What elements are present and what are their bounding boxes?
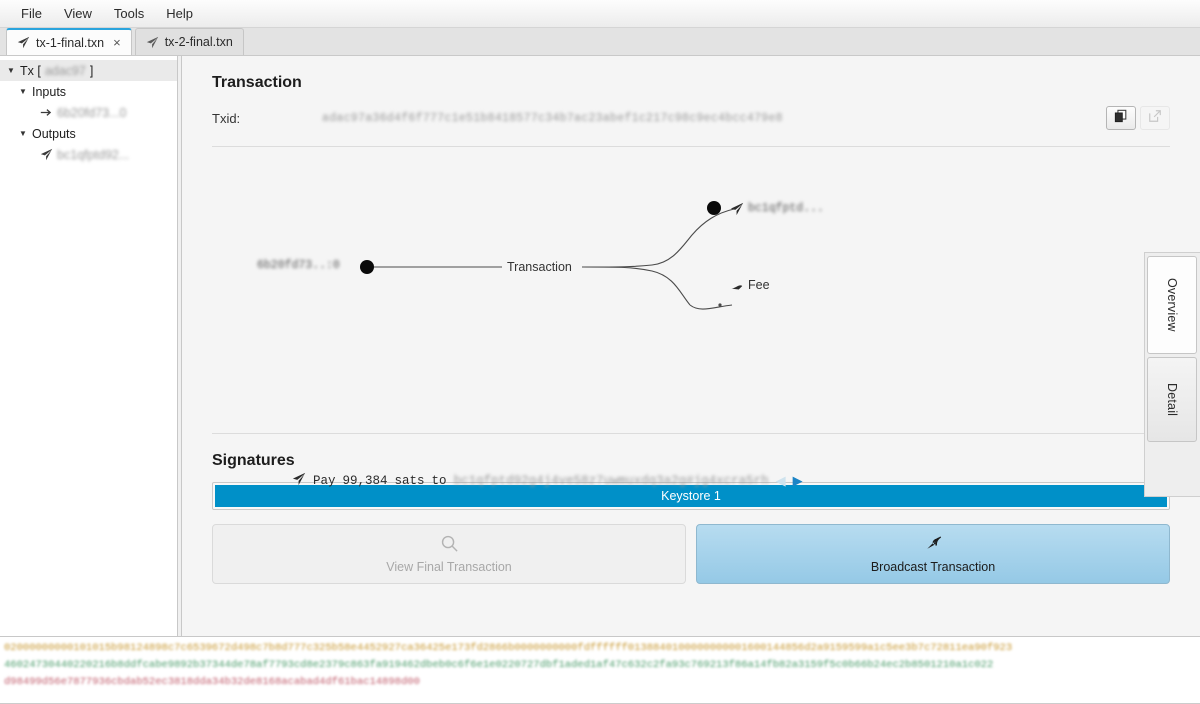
broadcast-transaction-button[interactable]: Broadcast Transaction: [696, 524, 1170, 584]
transaction-diagram: 6b20fd73..:0 Transaction bc1qfptd... Fee…: [182, 147, 1200, 497]
hex-line: d98499d56e7877936cbdab52ec3818dda34b32de…: [4, 676, 420, 688]
paper-plane-icon: [730, 202, 744, 221]
view-final-transaction-label: View Final Transaction: [386, 560, 512, 574]
diagram-fee-label: Fee: [748, 278, 770, 292]
copy-icon: [1114, 109, 1128, 128]
pay-unit: sats: [394, 474, 425, 488]
chevron-down-icon[interactable]: ▼: [18, 129, 28, 138]
input-node-dot: [360, 260, 374, 274]
tree-node-input-label: 6b20fd73...0: [57, 105, 127, 120]
tab-overview-label: Overview: [1165, 278, 1179, 332]
fee-icon: [730, 279, 744, 298]
view-final-transaction-button: View Final Transaction: [212, 524, 686, 584]
tab-detail-label: Detail: [1165, 382, 1179, 417]
next-output-button[interactable]: ▶: [793, 474, 803, 489]
tab-overview[interactable]: Overview: [1147, 256, 1197, 354]
chevron-down-icon[interactable]: ▼: [18, 87, 28, 96]
hex-dump-panel[interactable]: 02000000000101015b98124898c7c6539672d498…: [0, 636, 1200, 703]
diagram-svg: [360, 201, 735, 310]
hex-line: 46024730440220216b8ddfcabe9892b37344de78…: [4, 659, 994, 671]
paper-plane-icon: [292, 472, 306, 490]
pay-address: bc1qfptd92g4j4ve58z7uwmuxdq3a2g#jg4xcra5…: [453, 474, 769, 488]
txid-value: adac97a36d4f6f777c1e51b8418577c34b7ac23a…: [322, 111, 783, 125]
tree-sidebar: ▼ Tx [ adac97 ] ▼ Inputs 6b20fd73...0 ▼ …: [0, 56, 178, 636]
pay-amount: 99,384: [342, 474, 388, 488]
tree-node-label-end: ]: [89, 63, 94, 78]
tree-node-label: Inputs: [32, 84, 67, 99]
tree-node-tx[interactable]: ▼ Tx [ adac97 ]: [0, 60, 177, 81]
pay-prefix: Pay: [313, 474, 336, 488]
tab-tx-2-final[interactable]: tx-2-final.txn: [134, 28, 244, 55]
tab-label: tx-1-final.txn: [36, 35, 105, 50]
view-tab-strip: Overview Detail: [1144, 252, 1200, 497]
main-body: ▼ Tx [ adac97 ] ▼ Inputs 6b20fd73...0 ▼ …: [0, 56, 1200, 636]
diagram-output-label: bc1qfptd...: [748, 202, 824, 215]
paper-plane-icon: [17, 36, 30, 49]
paper-plane-icon: [146, 36, 159, 49]
action-buttons: View Final Transaction Broadcast Transac…: [212, 524, 1170, 584]
output-node-dot: [707, 201, 721, 215]
diagram-input-label: 6b20fd73..:0: [257, 259, 340, 272]
menu-item-tools[interactable]: Tools: [103, 2, 155, 25]
menu-item-file[interactable]: File: [10, 2, 53, 25]
menu-bar: File View Tools Help: [0, 0, 1200, 28]
external-link-icon: [1148, 109, 1162, 128]
tab-close-icon[interactable]: ×: [113, 36, 121, 49]
pay-preposition: to: [431, 474, 447, 488]
tab-detail[interactable]: Detail: [1147, 357, 1197, 442]
signatures-title: Signatures: [212, 452, 295, 469]
chevron-down-icon[interactable]: ▼: [6, 66, 16, 75]
tab-bar: tx-1-final.txn × tx-2-final.txn: [0, 28, 1200, 56]
broadcast-transaction-label: Broadcast Transaction: [870, 560, 996, 574]
arrow-right-icon: [40, 106, 53, 119]
tree-node-outputs[interactable]: ▼ Outputs: [0, 123, 177, 144]
keystore-label: Keystore 1: [661, 489, 721, 503]
tree-node-inputs[interactable]: ▼ Inputs: [0, 81, 177, 102]
txid-row: Txid: adac97a36d4f6f777c1e51b8418577c34b…: [212, 106, 1170, 130]
txid-label: Txid:: [212, 110, 241, 126]
tree-node-output-0[interactable]: bc1qfptd92...: [0, 144, 177, 165]
search-icon: [440, 534, 459, 556]
open-external-button: [1140, 106, 1170, 130]
divider-bottom: [212, 433, 1170, 434]
paper-plane-icon: [40, 148, 53, 161]
tree-node-label: Outputs: [32, 126, 76, 141]
pay-summary-row: Pay 99,384 sats to bc1qfptd92g4j4ve58z7u…: [292, 472, 803, 490]
tab-tx-1-final[interactable]: tx-1-final.txn ×: [6, 28, 132, 55]
hex-line: 02000000000101015b98124898c7c6539672d498…: [4, 642, 1013, 654]
copy-button[interactable]: [1106, 106, 1136, 130]
diagram-center-label: Transaction: [502, 260, 577, 274]
tree-node-input-0[interactable]: 6b20fd73...0: [0, 102, 177, 123]
menu-item-help[interactable]: Help: [155, 2, 204, 25]
broadcast-icon: [924, 534, 943, 556]
prev-output-button[interactable]: ◀: [776, 474, 786, 489]
tree-node-label: Tx [: [20, 63, 41, 78]
page-title: Transaction: [212, 74, 302, 91]
menu-item-view[interactable]: View: [53, 2, 103, 25]
content-pane: Transaction Txid: adac97a36d4f6f777c1e51…: [182, 56, 1200, 636]
tree-node-output-label: bc1qfptd92...: [57, 147, 130, 162]
tree-node-txid: adac97: [44, 63, 86, 78]
tab-label: tx-2-final.txn: [164, 35, 233, 49]
